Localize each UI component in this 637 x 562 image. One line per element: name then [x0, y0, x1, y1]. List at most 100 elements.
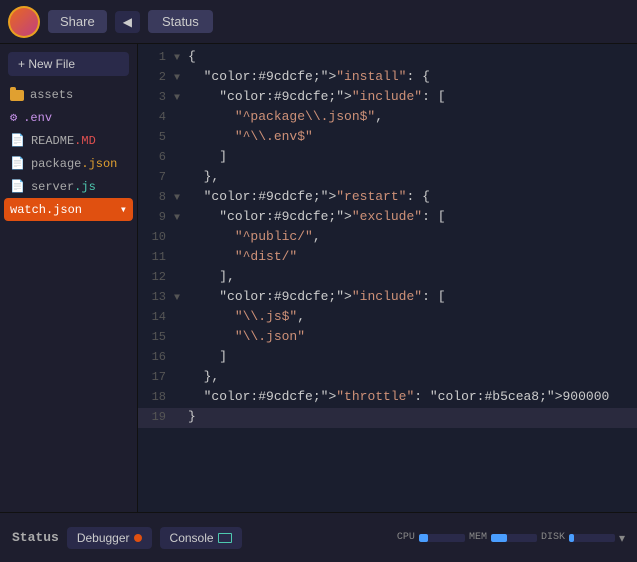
- sidebar-item-label: assets: [30, 88, 73, 102]
- line-code: "\\.js$",: [188, 309, 637, 324]
- disk-meter: [569, 534, 615, 542]
- line-15: 15 "\\.json": [138, 328, 637, 348]
- line-7: 7 },: [138, 168, 637, 188]
- line-code: "^package\\.json$",: [188, 109, 637, 124]
- line-number: 11: [138, 250, 174, 264]
- file-icon: 📄: [10, 133, 25, 148]
- line-arrow-icon: ▼: [174, 93, 188, 104]
- line-9: 9▼ "color:#9cdcfe;">"exclude": [: [138, 208, 637, 228]
- line-10: 10 "^public/",: [138, 228, 637, 248]
- line-number: 2: [138, 70, 174, 84]
- line-number: 5: [138, 130, 174, 144]
- line-number: 15: [138, 330, 174, 344]
- sidebar-item-readme[interactable]: 📄 README.MD: [0, 129, 137, 152]
- line-code: "color:#9cdcfe;">"include": [: [188, 289, 637, 304]
- line-code: ]: [188, 349, 637, 364]
- disk-label: DISK: [541, 532, 565, 543]
- line-code: },: [188, 169, 637, 184]
- folder-icon: [10, 90, 24, 101]
- console-label: Console: [170, 531, 214, 545]
- sidebar: + New File assets ⚙ .env 📄 README.MD 📄 p…: [0, 44, 138, 512]
- line-code: "^dist/": [188, 249, 637, 264]
- debugger-tab[interactable]: Debugger: [67, 527, 152, 549]
- editor-panel: 1▼{2▼ "color:#9cdcfe;">"install": {3▼ "c…: [138, 44, 637, 512]
- mem-label: MEM: [469, 532, 487, 543]
- line-13: 13▼ "color:#9cdcfe;">"include": [: [138, 288, 637, 308]
- line-code: "\\.json": [188, 329, 637, 344]
- sidebar-item-assets[interactable]: assets: [0, 84, 137, 106]
- line-number: 3: [138, 90, 174, 104]
- line-number: 8: [138, 190, 174, 204]
- sidebar-item-label: README.MD: [31, 134, 96, 148]
- line-number: 18: [138, 390, 174, 404]
- line-2: 2▼ "color:#9cdcfe;">"install": {: [138, 68, 637, 88]
- gear-icon: ⚙: [10, 110, 17, 125]
- sidebar-item-label: package.json: [31, 157, 117, 171]
- line-code: }: [188, 409, 637, 424]
- line-17: 17 },: [138, 368, 637, 388]
- line-3: 3▼ "color:#9cdcfe;">"include": [: [138, 88, 637, 108]
- line-code: "color:#9cdcfe;">"exclude": [: [188, 209, 637, 224]
- line-number: 7: [138, 170, 174, 184]
- line-number: 1: [138, 50, 174, 64]
- line-code: },: [188, 369, 637, 384]
- line-6: 6 ]: [138, 148, 637, 168]
- top-bar: Share ◀ Status: [0, 0, 637, 44]
- line-number: 14: [138, 310, 174, 324]
- line-code: ]: [188, 149, 637, 164]
- meter-group: CPU MEM DISK ▾: [397, 531, 625, 545]
- console-tab[interactable]: Console: [160, 527, 242, 549]
- new-file-button[interactable]: + New File: [8, 52, 129, 76]
- status-button[interactable]: Status: [148, 10, 213, 33]
- meter-chevron-button[interactable]: ▾: [619, 531, 625, 545]
- line-19: 19 }: [138, 408, 637, 428]
- line-code: {: [188, 49, 637, 64]
- line-code: ],: [188, 269, 637, 284]
- line-number: 9: [138, 210, 174, 224]
- line-number: 4: [138, 110, 174, 124]
- sidebar-item-label: watch.json: [10, 203, 82, 217]
- sidebar-item-label: server.js: [31, 180, 96, 194]
- line-5: 5 "^\\.env$": [138, 128, 637, 148]
- line-arrow-icon: ▼: [174, 53, 188, 64]
- line-number: 12: [138, 270, 174, 284]
- line-arrow-icon: ▼: [174, 293, 188, 304]
- file-icon: 📄: [10, 179, 25, 194]
- line-number: 17: [138, 370, 174, 384]
- line-code: "color:#9cdcfe;">"install": {: [188, 69, 637, 84]
- line-16: 16 ]: [138, 348, 637, 368]
- line-14: 14 "\\.js$",: [138, 308, 637, 328]
- cpu-fill: [419, 534, 428, 542]
- sidebar-item-package-json[interactable]: 📄 package.json: [0, 152, 137, 175]
- line-11: 11 "^dist/": [138, 248, 637, 268]
- status-label: Status: [12, 530, 59, 545]
- monitor-icon: [218, 533, 232, 543]
- sidebar-item-env[interactable]: ⚙ .env: [0, 106, 137, 129]
- line-8: 8▼ "color:#9cdcfe;">"restart": {: [138, 188, 637, 208]
- debugger-label: Debugger: [77, 531, 130, 545]
- cpu-label: CPU: [397, 532, 415, 543]
- main-layout: + New File assets ⚙ .env 📄 README.MD 📄 p…: [0, 44, 637, 512]
- line-number: 6: [138, 150, 174, 164]
- line-number: 16: [138, 350, 174, 364]
- sidebar-item-label: .env: [23, 111, 52, 125]
- line-number: 13: [138, 290, 174, 304]
- line-number: 10: [138, 230, 174, 244]
- avatar: [8, 6, 40, 38]
- sidebar-item-watch-json[interactable]: watch.json ▾: [4, 198, 133, 221]
- editor-content[interactable]: 1▼{2▼ "color:#9cdcfe;">"install": {3▼ "c…: [138, 44, 637, 512]
- disk-fill: [569, 534, 574, 542]
- line-4: 4 "^package\\.json$",: [138, 108, 637, 128]
- line-18: 18 "color:#9cdcfe;">"throttle": "color:#…: [138, 388, 637, 408]
- share-button[interactable]: Share: [48, 10, 107, 33]
- line-12: 12 ],: [138, 268, 637, 288]
- back-button[interactable]: ◀: [115, 11, 140, 33]
- line-arrow-icon: ▼: [174, 193, 188, 204]
- line-arrow-icon: ▼: [174, 73, 188, 84]
- debugger-dot-icon: [134, 534, 142, 542]
- bottom-bar: Status Debugger Console CPU MEM DISK ▾: [0, 512, 637, 562]
- line-code: "^\\.env$": [188, 129, 637, 144]
- line-code: "color:#9cdcfe;">"include": [: [188, 89, 637, 104]
- sidebar-item-server-js[interactable]: 📄 server.js: [0, 175, 137, 198]
- file-icon: 📄: [10, 156, 25, 171]
